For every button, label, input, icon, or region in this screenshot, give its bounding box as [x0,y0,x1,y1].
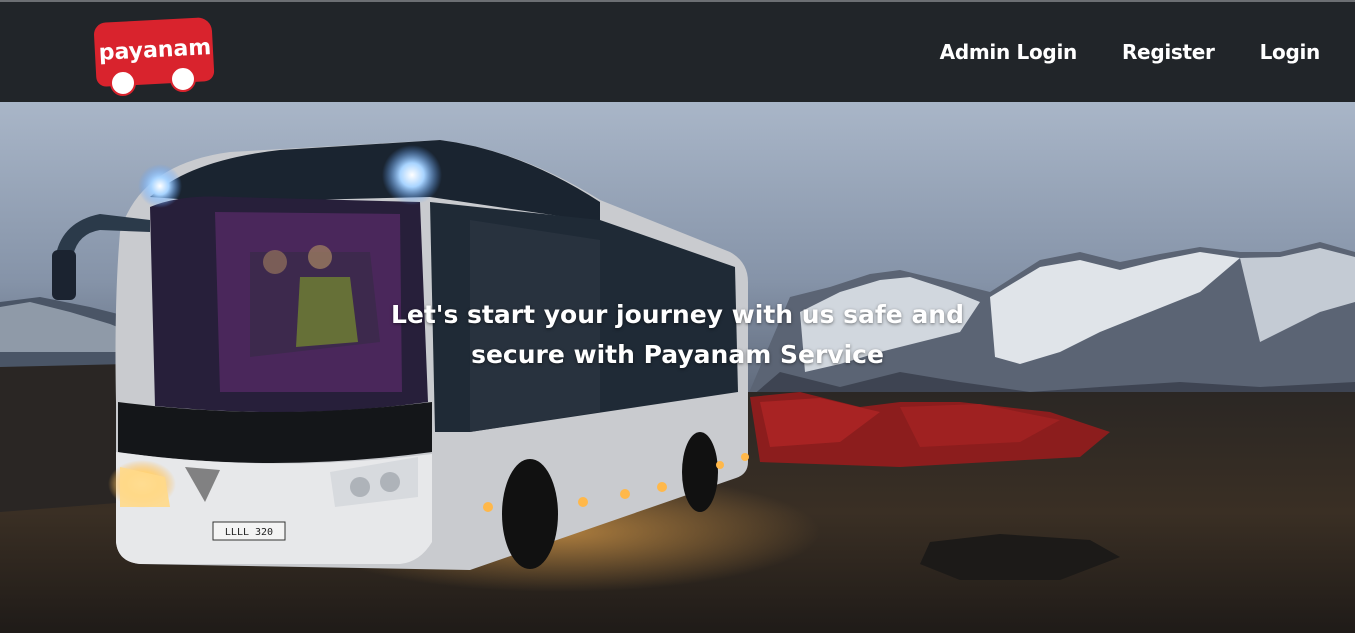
navbar: payanam Admin Login Register Login [0,2,1355,102]
hero-headline-line1: Let's start your journey with us safe an… [390,300,965,329]
logo-wheel-right [170,66,196,92]
hero-banner: LLLL 320 Let's start your journey with u… [0,102,1355,633]
logo-wheel-left [110,70,136,96]
hero-headline: Let's start your journey with us safe an… [360,295,995,375]
login-link[interactable]: Login [1260,40,1321,64]
register-link[interactable]: Register [1122,40,1215,64]
nav-links: Admin Login Register Login [940,40,1321,64]
bus-plate-text: LLLL 320 [225,527,273,538]
payanam-logo[interactable]: payanam [92,16,217,100]
admin-login-link[interactable]: Admin Login [940,40,1078,64]
hero-headline-line2: secure with Payanam Service [471,340,884,369]
